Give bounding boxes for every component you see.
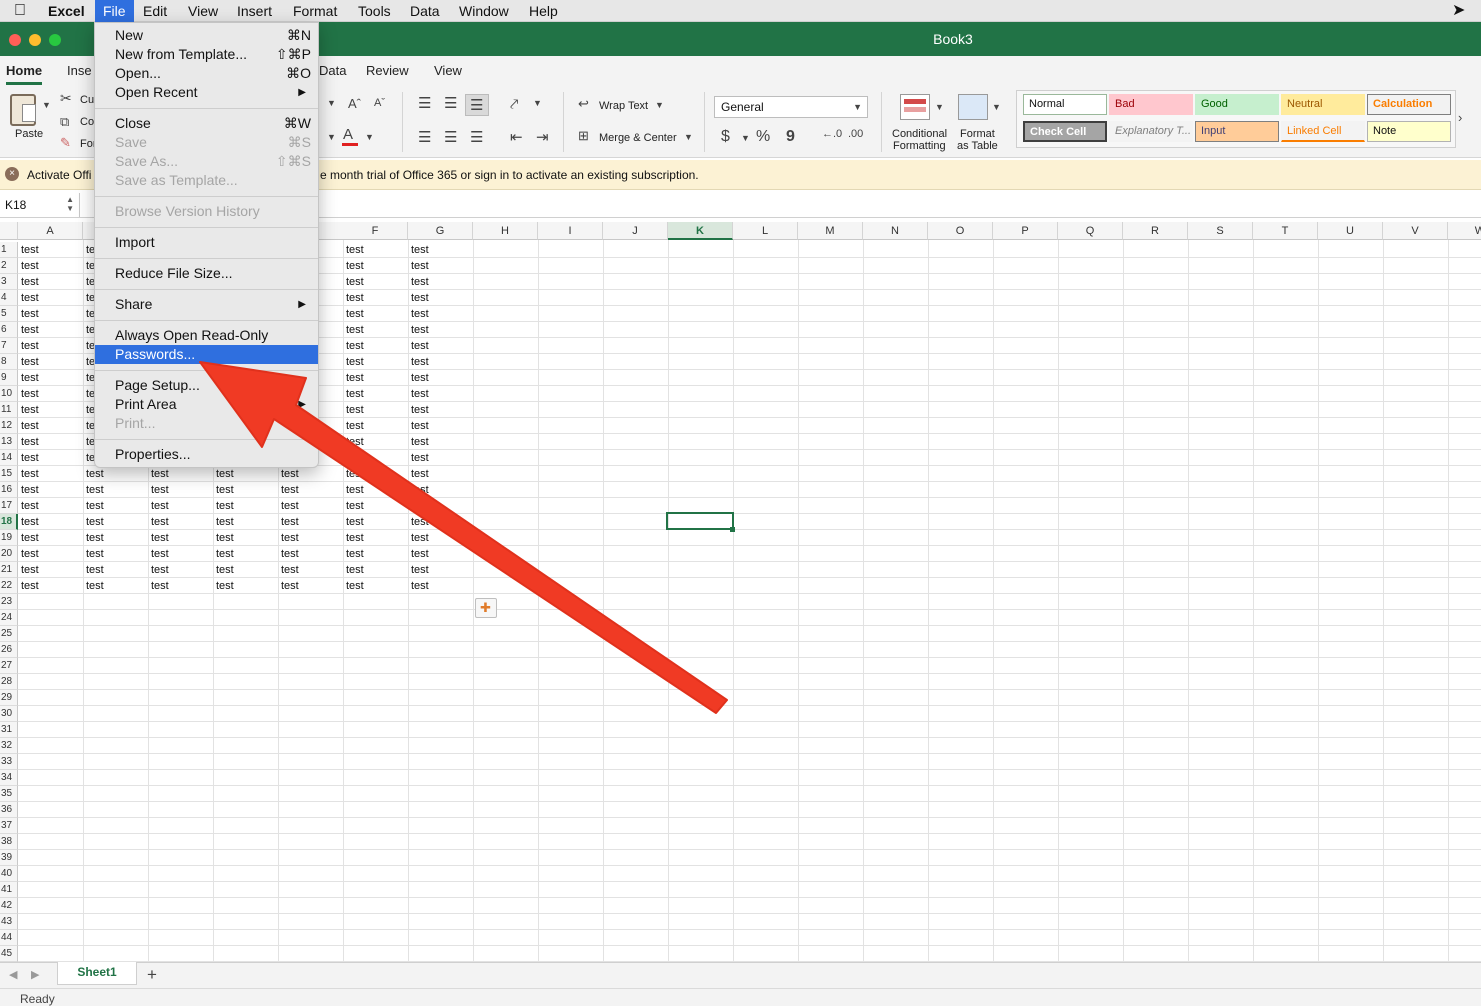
red-arrow-annotation xyxy=(199,361,728,714)
arrow-shape xyxy=(199,361,728,714)
